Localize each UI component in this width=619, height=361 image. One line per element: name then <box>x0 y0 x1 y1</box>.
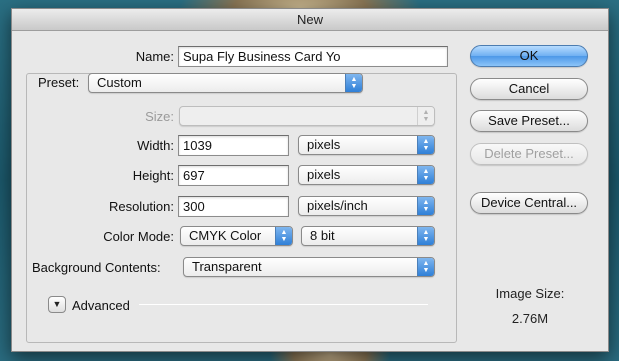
background-contents-popup[interactable]: Transparent ▲ ▼ <box>183 257 435 277</box>
image-size-label: Image Size: <box>495 286 565 301</box>
height-field[interactable]: 697 <box>178 165 289 186</box>
resolution-unit-value: pixels/inch <box>307 198 368 213</box>
resolution-field[interactable]: 300 <box>178 196 289 217</box>
save-preset-button[interactable]: Save Preset... <box>470 110 588 132</box>
width-unit-popup[interactable]: pixels ▲ ▼ <box>298 135 435 155</box>
advanced-label[interactable]: Advanced <box>72 298 142 313</box>
color-mode-label: Color Mode: <box>103 229 174 244</box>
width-unit-value: pixels <box>307 137 341 152</box>
advanced-separator <box>139 304 428 305</box>
name-label: Name: <box>135 49 174 64</box>
delete-preset-button[interactable]: Delete Preset... <box>470 143 588 165</box>
size-popup[interactable]: ▲ ▼ <box>179 106 435 126</box>
name-field[interactable]: Supa Fly Business Card Yo <box>178 46 448 67</box>
height-unit-popup[interactable]: pixels ▲ ▼ <box>298 165 435 185</box>
cancel-button[interactable]: Cancel <box>470 78 588 100</box>
resolution-label: Resolution: <box>108 199 174 214</box>
resolution-unit-popup[interactable]: pixels/inch ▲ ▼ <box>298 196 435 216</box>
advanced-disclosure-button[interactable]: ▼ <box>48 296 66 313</box>
bit-depth-value: 8 bit <box>310 228 335 243</box>
color-mode-value: CMYK Color <box>189 228 262 243</box>
popup-arrows-icon: ▲ ▼ <box>417 136 434 154</box>
popup-arrows-icon: ▲ ▼ <box>417 227 434 245</box>
popup-arrows-icon: ▲ ▼ <box>417 258 434 276</box>
popup-arrows-icon: ▲ ▼ <box>275 227 292 245</box>
height-label: Height: <box>132 168 174 183</box>
color-mode-popup[interactable]: CMYK Color ▲ ▼ <box>180 226 293 246</box>
size-label: Size: <box>145 109 174 124</box>
disclosure-triangle-down-icon: ▼ <box>52 299 62 309</box>
width-label: Width: <box>137 138 174 153</box>
background-contents-label: Background Contents: <box>32 260 161 275</box>
preset-popup[interactable]: Custom ▲ ▼ <box>88 73 363 93</box>
popup-arrows-icon: ▲ ▼ <box>417 166 434 184</box>
popup-arrows-icon: ▲ ▼ <box>345 74 362 92</box>
bit-depth-popup[interactable]: 8 bit ▲ ▼ <box>301 226 435 246</box>
width-field[interactable]: 1039 <box>178 135 289 156</box>
device-central-button[interactable]: Device Central... <box>470 192 588 214</box>
background-contents-value: Transparent <box>192 259 262 274</box>
preset-value: Custom <box>97 75 142 90</box>
image-size-value: 2.76M <box>511 311 549 326</box>
preset-label: Preset: <box>36 75 84 90</box>
popup-arrows-icon: ▲ ▼ <box>417 197 434 215</box>
ok-button[interactable]: OK <box>470 45 588 67</box>
popup-arrows-icon: ▲ ▼ <box>417 107 434 125</box>
height-unit-value: pixels <box>307 167 341 182</box>
window-title: New <box>12 9 608 31</box>
new-document-dialog: New Name: Supa Fly Business Card Yo Pres… <box>11 8 609 352</box>
